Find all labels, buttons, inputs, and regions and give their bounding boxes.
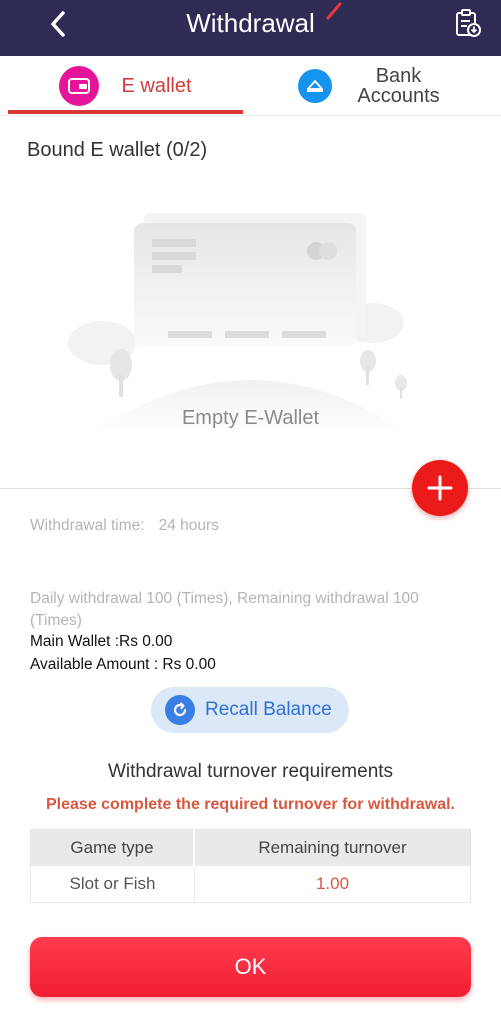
page-title: Withdrawal xyxy=(186,8,315,38)
recall-balance-button[interactable]: Recall Balance xyxy=(151,687,349,733)
ok-button[interactable]: OK xyxy=(30,937,471,997)
daily-withdrawal-limit: Daily withdrawal 100 (Times), Remaining … xyxy=(30,590,419,629)
available-amount: Available Amount : Rs 0.00 xyxy=(30,656,216,673)
bound-wallet-title: Bound E wallet (0/2) xyxy=(27,139,208,161)
turnover-table: Game type Remaining turnover Slot or Fis… xyxy=(30,829,471,903)
cell-remaining-turnover: 1.00 xyxy=(315,874,350,893)
column-header-remaining-turnover: Remaining turnover xyxy=(258,838,407,857)
bank-card-icon xyxy=(297,69,332,103)
withdrawal-record-button[interactable] xyxy=(448,4,486,42)
recall-balance-label: Recall Balance xyxy=(205,699,332,720)
withdrawal-time-value: 24 hours xyxy=(158,517,219,534)
refresh-icon xyxy=(165,695,195,725)
wallet-icon xyxy=(59,66,100,106)
withdrawal-time: Withdrawal time: 24 hours xyxy=(30,517,219,535)
tab-e-wallet[interactable]: E wallet xyxy=(8,56,243,116)
tab-bank-accounts[interactable]: Bank Accounts xyxy=(250,56,501,116)
active-tab-indicator xyxy=(8,110,243,114)
tab-e-wallet-label: E wallet xyxy=(121,74,192,97)
cell-game-type: Slot or Fish xyxy=(31,866,195,902)
withdrawal-time-label: Withdrawal time: xyxy=(30,517,145,534)
empty-wallet-label: Empty E-Wallet xyxy=(181,407,320,429)
main-wallet-balance: Main Wallet :Rs 0.00 xyxy=(30,633,173,650)
table-header-row: Game type Remaining turnover xyxy=(31,830,470,866)
column-header-game-type: Game type xyxy=(31,830,195,866)
turnover-title: Withdrawal turnover requirements xyxy=(107,761,394,782)
wallet-tabs: E wallet Bank Accounts xyxy=(0,56,501,116)
decorative-stroke xyxy=(326,2,342,20)
turnover-warning: Please complete the required turnover fo… xyxy=(46,796,455,813)
table-row: Slot or Fish 1.00 xyxy=(31,866,470,902)
tab-bank-accounts-label: Bank Accounts xyxy=(357,65,440,107)
clipboard-download-icon xyxy=(456,9,481,37)
plus-icon xyxy=(427,475,453,501)
add-wallet-button[interactable] xyxy=(412,460,468,516)
header-bar: Withdrawal xyxy=(0,0,501,56)
